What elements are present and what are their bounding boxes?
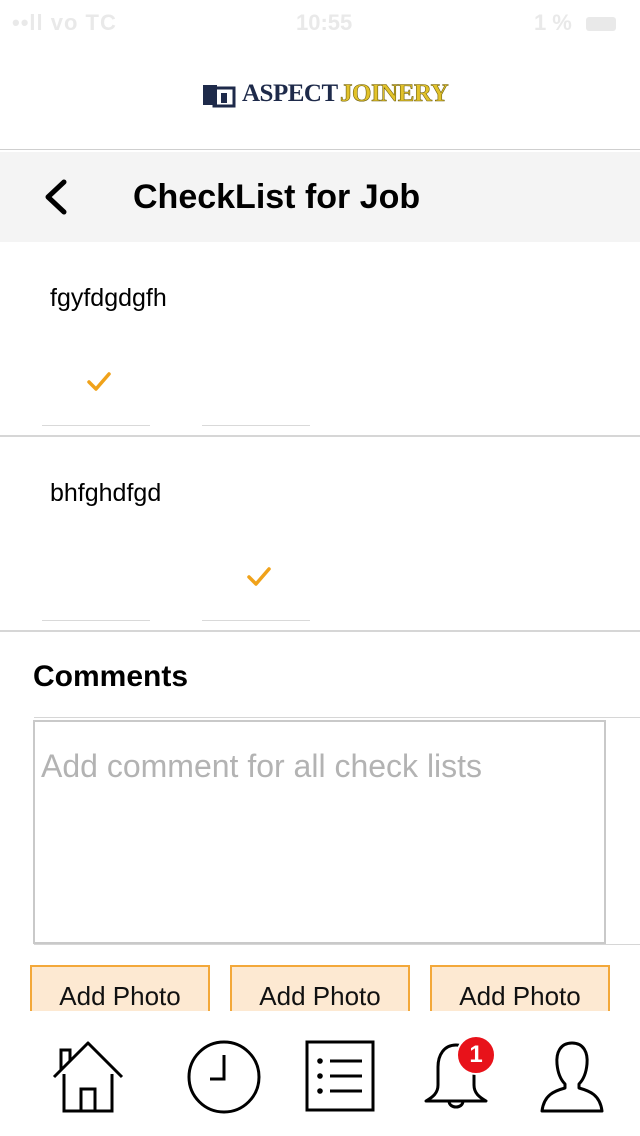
checklist-item: bhfghdfgd bbox=[0, 437, 640, 632]
page-title: CheckList for Job bbox=[133, 178, 421, 216]
checklist-item: fgyfdgdgfh bbox=[0, 242, 640, 437]
comment-input[interactable] bbox=[33, 720, 606, 944]
nav-bar: CheckList for Job bbox=[0, 152, 640, 242]
tab-clock[interactable] bbox=[184, 1037, 264, 1117]
checklist-item-label: fgyfdgdgfh bbox=[50, 284, 167, 312]
comments-title: Comments bbox=[33, 660, 189, 693]
status-battery: 1 % bbox=[534, 10, 616, 36]
add-photo-button-2[interactable]: Add Photo bbox=[230, 965, 410, 1011]
add-photo-button-3[interactable]: Add Photo bbox=[430, 965, 610, 1011]
add-photo-button-1[interactable]: Add Photo bbox=[30, 965, 210, 1011]
back-button[interactable] bbox=[34, 174, 80, 220]
tab-list[interactable] bbox=[300, 1037, 380, 1117]
brand-mark-icon bbox=[203, 85, 236, 108]
list-icon bbox=[305, 1040, 375, 1112]
divider bbox=[34, 944, 640, 945]
checklist-item-label: bhfghdfgd bbox=[50, 479, 162, 507]
checklist-option-1[interactable] bbox=[42, 555, 150, 621]
checklist-option-2[interactable] bbox=[202, 555, 310, 621]
status-bar: ••ll vo TC 10:55 1 % bbox=[0, 0, 640, 42]
clock-icon bbox=[187, 1040, 261, 1114]
notification-badge: 1 bbox=[456, 1035, 496, 1075]
brand-name-part2: JOINERY bbox=[340, 80, 449, 108]
tab-home[interactable] bbox=[48, 1037, 128, 1117]
tab-notifications[interactable]: 1 bbox=[416, 1035, 496, 1117]
logo-header: ASPECT JOINERY bbox=[0, 46, 640, 150]
battery-icon bbox=[586, 17, 616, 32]
battery-label: 1 % bbox=[533, 10, 572, 35]
chevron-left-icon bbox=[45, 179, 67, 215]
check-icon bbox=[87, 372, 111, 391]
home-icon bbox=[52, 1041, 124, 1113]
photo-buttons-row: Add Photo Add Photo Add Photo bbox=[0, 965, 640, 1011]
tab-profile[interactable] bbox=[532, 1037, 612, 1117]
user-icon bbox=[540, 1041, 604, 1113]
checklist-option-2[interactable] bbox=[202, 360, 310, 426]
checklist-option-1[interactable] bbox=[42, 360, 150, 426]
brand-name-part1: ASPECT bbox=[242, 80, 338, 107]
divider bbox=[34, 717, 640, 718]
tab-bar: 1 bbox=[0, 1011, 640, 1136]
status-time: 10:55 bbox=[296, 10, 353, 35]
screen: ••ll vo TC 10:55 1 % ASPECT JOINERY Chec… bbox=[0, 0, 640, 1136]
check-icon bbox=[247, 567, 271, 586]
carrier-label: ••ll vo TC bbox=[12, 10, 117, 35]
